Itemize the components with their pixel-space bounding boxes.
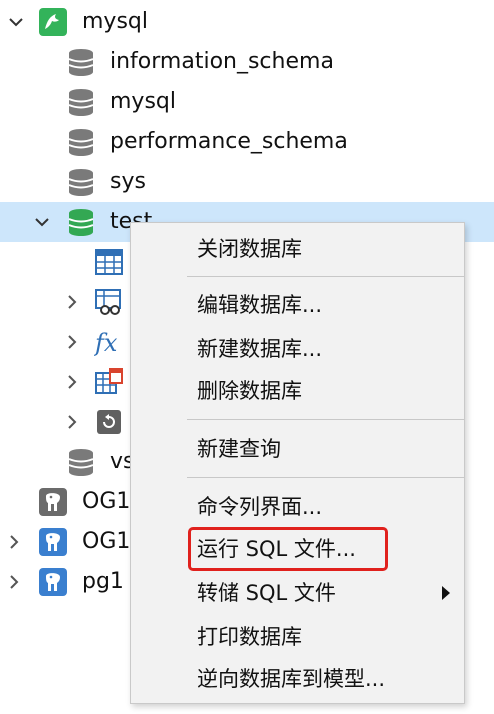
backup-icon: [94, 407, 124, 437]
menu-item-label: 逆向数据库到模型...: [197, 667, 386, 691]
menu-item-label: 关闭数据库: [197, 237, 302, 261]
menu-separator: [187, 477, 464, 478]
expand-chevron-icon[interactable]: [4, 562, 24, 602]
expand-chevron-icon[interactable]: [62, 362, 82, 402]
menu-item-new-query[interactable]: 新建查询: [131, 429, 464, 469]
database-label: performance_schema: [110, 129, 348, 154]
menu-item-print-database[interactable]: 打印数据库: [131, 617, 464, 657]
menu-item-command-line[interactable]: 命令列界面...: [131, 487, 464, 527]
database-icon: [66, 87, 96, 117]
database-performance-schema[interactable]: performance_schema: [0, 122, 494, 162]
connection-label: OG1: [82, 529, 131, 554]
function-icon: fx: [93, 327, 124, 357]
view-icon: [94, 287, 124, 317]
expand-chevron-icon[interactable]: [62, 282, 82, 322]
connection-label: mysql: [82, 9, 148, 34]
mysql-dolphin-icon: [38, 7, 68, 37]
menu-item-label: 新建查询: [197, 437, 281, 461]
expand-chevron-icon[interactable]: [62, 322, 82, 362]
menu-item-label: 命令列界面...: [197, 495, 323, 519]
database-open-icon: [66, 207, 96, 237]
database-information-schema[interactable]: information_schema: [0, 42, 494, 82]
expand-chevron-icon[interactable]: [4, 522, 24, 562]
connection-mysql[interactable]: mysql: [0, 2, 494, 42]
menu-item-label: 新建数据库...: [197, 337, 323, 361]
connection-label: pg1: [82, 569, 124, 594]
database-label: mysql: [110, 89, 176, 114]
menu-item-new-database[interactable]: 新建数据库...: [131, 329, 464, 369]
postgresql-elephant-icon: [38, 527, 68, 557]
menu-item-reverse-to-model[interactable]: 逆向数据库到模型...: [131, 659, 464, 699]
database-icon: [66, 167, 96, 197]
connection-label: OG1: [82, 489, 131, 514]
menu-separator: [187, 419, 464, 420]
menu-item-label: 编辑数据库...: [197, 293, 323, 317]
menu-item-edit-database[interactable]: 编辑数据库...: [131, 285, 464, 325]
menu-item-dump-sql-file[interactable]: 转储 SQL 文件: [131, 573, 464, 613]
database-icon: [66, 47, 96, 77]
highlight-annotation: [188, 527, 388, 571]
menu-separator: [187, 276, 464, 277]
postgresql-elephant-icon: [38, 567, 68, 597]
menu-item-close-database[interactable]: 关闭数据库: [131, 229, 464, 269]
menu-item-label: 删除数据库: [197, 379, 302, 403]
database-mysql[interactable]: mysql: [0, 82, 494, 122]
menu-item-label: 打印数据库: [197, 625, 302, 649]
collapse-chevron-icon[interactable]: [32, 202, 52, 242]
submenu-arrow-icon: [442, 586, 450, 600]
collapse-chevron-icon[interactable]: [6, 2, 26, 42]
table-icon: [94, 247, 124, 277]
expand-chevron-icon[interactable]: [62, 402, 82, 442]
database-sys[interactable]: sys: [0, 162, 494, 202]
database-label: sys: [110, 169, 146, 194]
menu-item-label: 转储 SQL 文件: [197, 581, 336, 605]
svg-text:fx: fx: [94, 329, 118, 357]
event-icon: [94, 367, 124, 397]
database-icon: [66, 447, 96, 477]
postgresql-elephant-icon: [38, 487, 68, 517]
menu-item-delete-database[interactable]: 删除数据库: [131, 371, 464, 411]
database-label: information_schema: [110, 49, 334, 74]
context-menu: 关闭数据库 编辑数据库... 新建数据库... 删除数据库 新建查询 命令列界面…: [130, 222, 465, 704]
database-icon: [66, 127, 96, 157]
